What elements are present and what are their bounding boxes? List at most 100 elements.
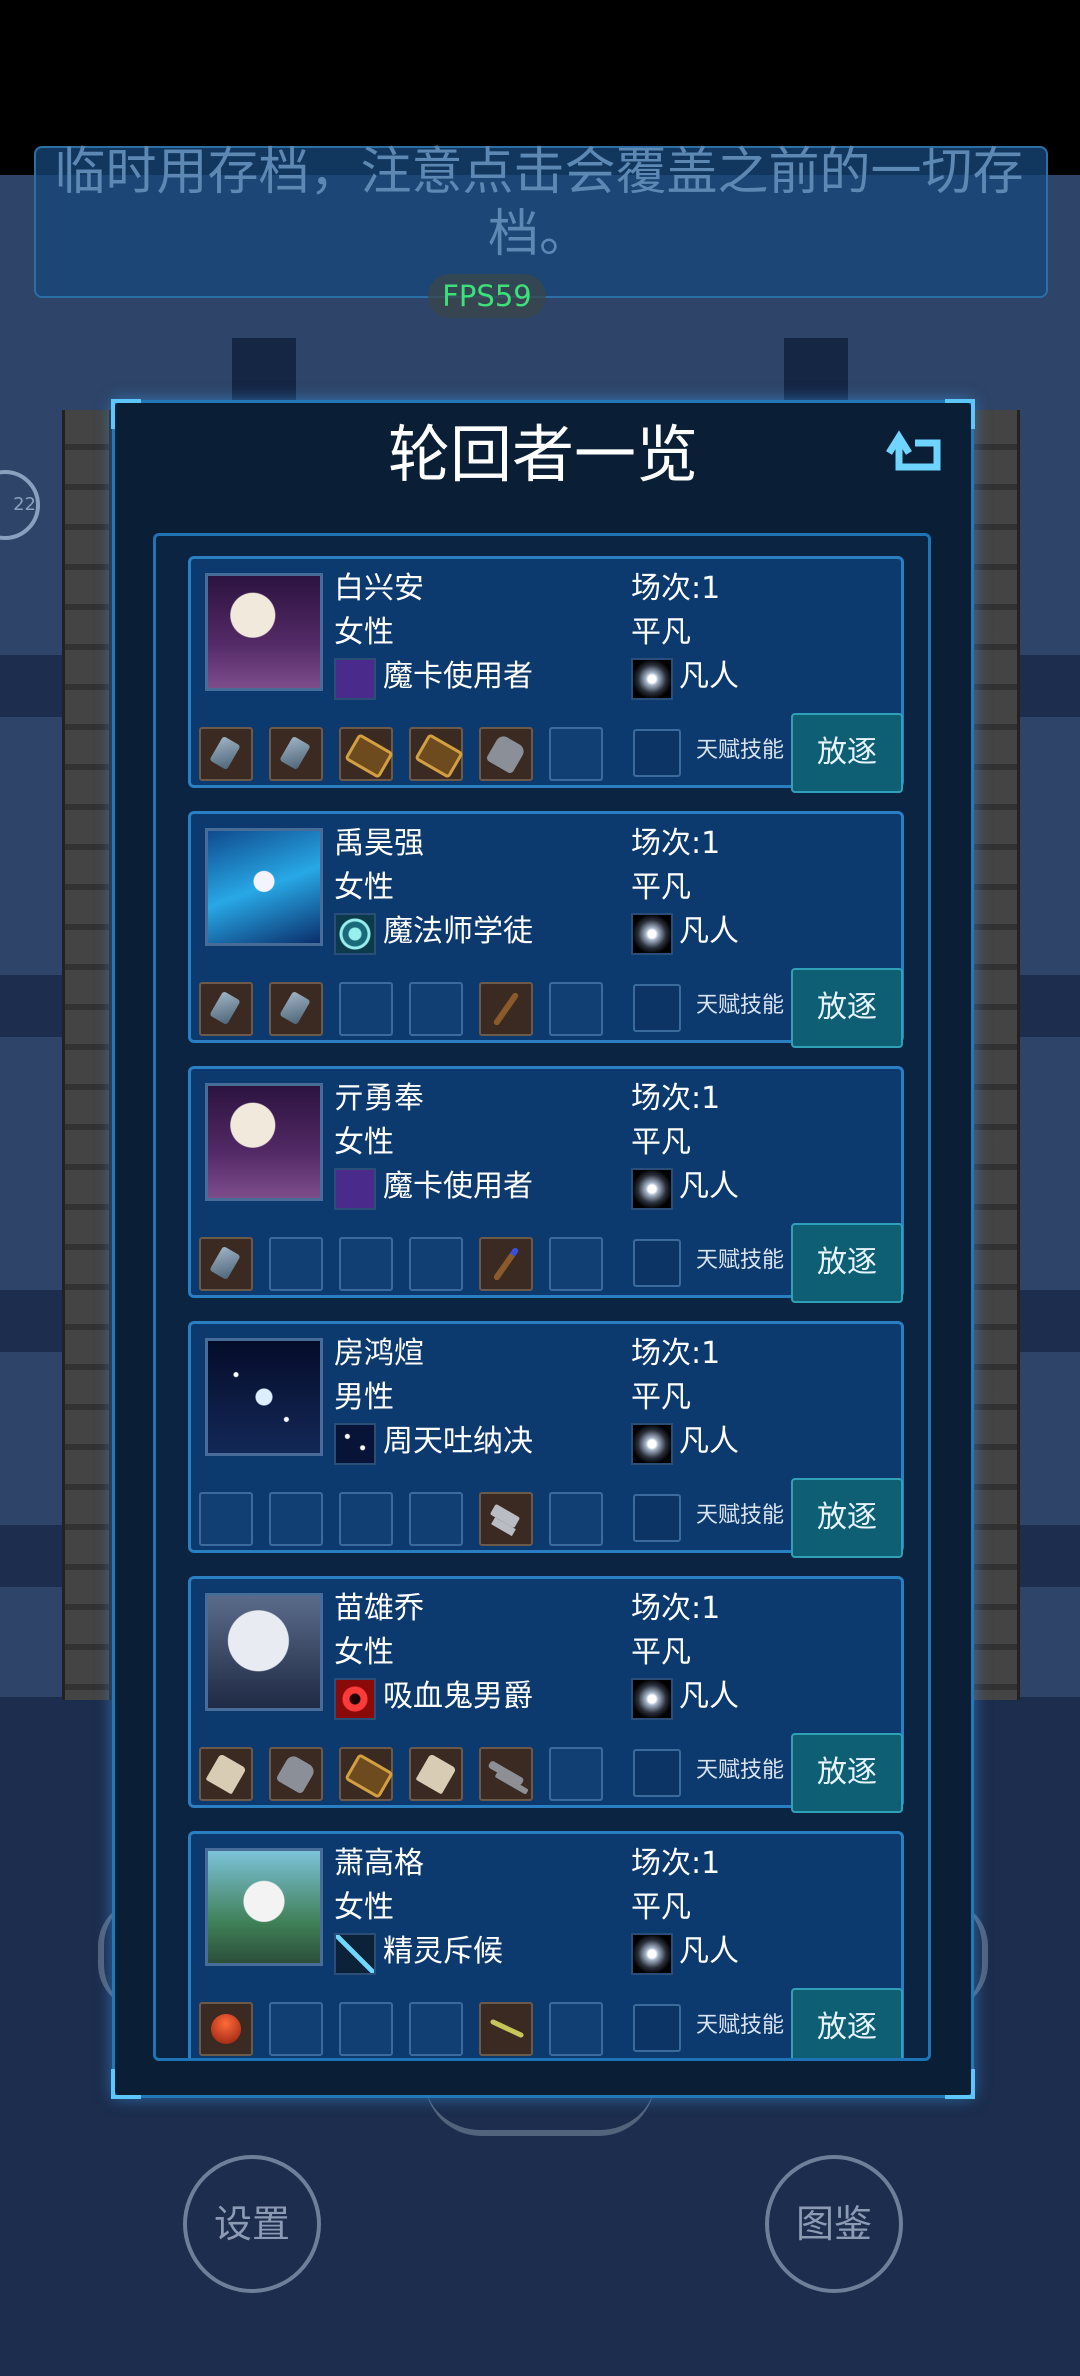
talent-slot[interactable]: [633, 1239, 681, 1287]
character-portrait[interactable]: [205, 573, 323, 691]
character-gender: 女性: [334, 1890, 394, 1925]
atlas-button[interactable]: 图鉴: [765, 2155, 903, 2293]
star-burst-icon: [631, 1933, 673, 1975]
item-slot-empty[interactable]: [549, 1492, 603, 1546]
character-realm: 凡人: [679, 1679, 739, 1714]
exile-button[interactable]: 放逐: [791, 1478, 903, 1558]
character-portrait[interactable]: [205, 1848, 323, 1966]
talent-slot[interactable]: [633, 2004, 681, 2052]
talent-slot[interactable]: [633, 984, 681, 1032]
character-portrait[interactable]: [205, 828, 323, 946]
character-realm: 凡人: [679, 1424, 739, 1459]
item-slot-empty[interactable]: [339, 1237, 393, 1291]
item-slot[interactable]: [199, 1747, 253, 1801]
settings-button[interactable]: 设置: [183, 2155, 321, 2293]
right-rail: [970, 410, 1020, 1700]
item-slot-empty[interactable]: [549, 2002, 603, 2056]
fps-counter: FPS59: [428, 274, 546, 318]
character-round: 场次:1: [631, 571, 721, 606]
exile-button[interactable]: 放逐: [791, 968, 903, 1048]
character-round: 场次:1: [631, 826, 721, 861]
star-burst-icon: [631, 1423, 673, 1465]
talent-label: 天赋技能: [696, 738, 785, 763]
item-slot[interactable]: [409, 727, 463, 781]
item-slot[interactable]: [479, 1237, 533, 1291]
frame-nub: [784, 338, 848, 402]
character-class: 魔卡使用者: [383, 1169, 533, 1204]
item-slot[interactable]: [269, 727, 323, 781]
reincarnator-panel: 轮回者一览 白兴安 女性 魔卡使用者 场次:1 平凡 凡人 天赋技能 放逐 禹昊…: [111, 399, 975, 2099]
item-slot[interactable]: [269, 982, 323, 1036]
character-portrait[interactable]: [205, 1593, 323, 1711]
star-burst-icon: [631, 913, 673, 955]
character-name: 禹昊强: [334, 826, 424, 861]
notice-text: 临时用存档，注意点击会覆盖之前的一切存档。: [54, 143, 1024, 264]
item-slot[interactable]: [199, 982, 253, 1036]
exile-button[interactable]: 放逐: [791, 713, 903, 793]
item-slot-empty[interactable]: [269, 2002, 323, 2056]
character-rank: 平凡: [631, 870, 691, 905]
character-realm: 凡人: [679, 1934, 739, 1969]
talent-slot[interactable]: [633, 729, 681, 777]
item-slot-empty[interactable]: [269, 1237, 323, 1291]
character-name: 苗雄乔: [334, 1591, 424, 1626]
item-slot-empty[interactable]: [409, 1492, 463, 1546]
character-card: 萧高格 女性 精灵斥候 场次:1 平凡 凡人 天赋技能 放逐: [188, 1831, 904, 2058]
character-class: 魔法师学徒: [383, 914, 533, 949]
item-slot-empty[interactable]: [339, 1492, 393, 1546]
exile-button[interactable]: 放逐: [791, 1988, 903, 2058]
star-burst-icon: [631, 1168, 673, 1210]
character-portrait[interactable]: [205, 1083, 323, 1201]
character-card: 白兴安 女性 魔卡使用者 场次:1 平凡 凡人 天赋技能 放逐: [188, 556, 904, 793]
character-rank: 平凡: [631, 1890, 691, 1925]
character-name: 白兴安: [334, 571, 424, 606]
item-slot-empty[interactable]: [409, 982, 463, 1036]
character-card: 苗雄乔 女性 吸血鬼男爵 场次:1 平凡 凡人 天赋技能 放逐: [188, 1576, 904, 1813]
talent-slot[interactable]: [633, 1494, 681, 1542]
item-slot[interactable]: [199, 2002, 253, 2056]
return-arrow-icon[interactable]: [885, 425, 951, 491]
item-slot[interactable]: [479, 1747, 533, 1801]
item-slot[interactable]: [339, 727, 393, 781]
item-slot[interactable]: [339, 1747, 393, 1801]
character-gender: 男性: [334, 1380, 394, 1415]
talent-slot[interactable]: [633, 1749, 681, 1797]
character-gender: 女性: [334, 870, 394, 905]
item-slot[interactable]: [199, 1237, 253, 1291]
item-slot-empty[interactable]: [549, 727, 603, 781]
constellation-icon: [334, 1423, 376, 1465]
card-icon: [334, 658, 376, 700]
item-slot[interactable]: [479, 1492, 533, 1546]
exile-button[interactable]: 放逐: [791, 1733, 903, 1813]
item-slot-empty[interactable]: [409, 1237, 463, 1291]
item-slot[interactable]: [409, 1747, 463, 1801]
character-round: 场次:1: [631, 1846, 721, 1881]
red-eye-icon: [334, 1678, 376, 1720]
item-slot[interactable]: [269, 1747, 323, 1801]
exile-button[interactable]: 放逐: [791, 1223, 903, 1303]
item-slot[interactable]: [479, 982, 533, 1036]
item-slot-empty[interactable]: [339, 982, 393, 1036]
character-class: 魔卡使用者: [383, 659, 533, 694]
item-slot[interactable]: [199, 727, 253, 781]
character-gender: 女性: [334, 1635, 394, 1670]
character-card: 禹昊强 女性 魔法师学徒 场次:1 平凡 凡人 天赋技能 放逐: [188, 811, 904, 1048]
item-slot-empty[interactable]: [549, 1747, 603, 1801]
star-burst-icon: [631, 658, 673, 700]
item-slot-empty[interactable]: [339, 2002, 393, 2056]
item-slot-empty[interactable]: [549, 1237, 603, 1291]
item-slot-empty[interactable]: [199, 1492, 253, 1546]
item-slot-empty[interactable]: [269, 1492, 323, 1546]
character-class: 周天吐纳决: [383, 1424, 533, 1459]
item-slot-empty[interactable]: [409, 2002, 463, 2056]
character-portrait[interactable]: [205, 1338, 323, 1456]
character-name: 亓勇奉: [334, 1081, 424, 1116]
character-name: 房鸿煊: [334, 1336, 424, 1371]
character-list[interactable]: 白兴安 女性 魔卡使用者 场次:1 平凡 凡人 天赋技能 放逐 禹昊强 女性 魔…: [153, 533, 931, 2061]
character-rank: 平凡: [631, 615, 691, 650]
character-round: 场次:1: [631, 1336, 721, 1371]
item-slot-empty[interactable]: [549, 982, 603, 1036]
item-slot[interactable]: [479, 2002, 533, 2056]
item-slot[interactable]: [479, 727, 533, 781]
talent-label: 天赋技能: [696, 993, 785, 1018]
